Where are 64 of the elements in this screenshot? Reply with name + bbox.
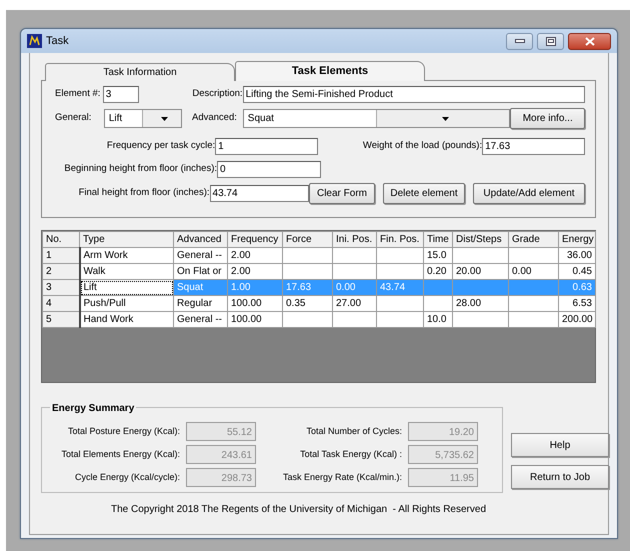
column-header: Time xyxy=(424,232,452,248)
column-header: Type xyxy=(80,232,174,248)
column-header: No. xyxy=(42,232,80,248)
input-field[interactable]: Lifting the Semi-Finished Product xyxy=(242,86,586,103)
readonly-field: 243.61 xyxy=(186,445,256,464)
caret-icon xyxy=(442,116,449,120)
field-label: Weight of the load (pounds): xyxy=(362,139,482,154)
field-label: Cycle Energy (Kcal/cycle): xyxy=(74,470,180,484)
field-label: Total Elements Energy (Kcal): xyxy=(60,448,180,461)
field-label: Total Task Energy (Kcal) : xyxy=(299,448,402,461)
dropdown[interactable]: Lift xyxy=(104,109,182,128)
field-label: Element #: xyxy=(55,87,102,102)
form-button[interactable]: Delete element xyxy=(383,183,465,204)
column-header: Grade xyxy=(508,232,558,248)
table-row[interactable]: 4 Push/Pull Regular 100.00 0.35 27.00 28.00 6.53 xyxy=(42,296,596,312)
side-button[interactable]: Return to Job xyxy=(511,465,609,489)
input-field[interactable]: 17.63 xyxy=(482,138,585,155)
copyright-text: The Copyright 2018 The Regents of the University of Michigan - All Rights Reserved xyxy=(110,503,487,517)
column-header: Force xyxy=(282,232,332,248)
input-field[interactable]: 43.74 xyxy=(210,185,309,202)
form-button[interactable]: Update/Add element xyxy=(473,183,585,204)
table-row[interactable]: 5 Hand Work General -- 100.00 10.0 200.00 xyxy=(42,312,596,328)
column-header: Fin. Pos. xyxy=(376,232,424,248)
minimize-button[interactable] xyxy=(506,32,533,50)
group-title: Energy Summary xyxy=(50,401,136,416)
field-label: Description: xyxy=(192,87,243,102)
maximize-icon xyxy=(546,36,556,46)
caret-icon xyxy=(160,116,168,120)
field-label: Advanced: xyxy=(192,111,238,126)
window-title: Task xyxy=(46,34,69,49)
field-label: General: xyxy=(55,111,92,126)
table-row[interactable]: 3 Lift Squat 1.00 17.63 0.00 43.74 0.63 xyxy=(42,280,596,296)
field-label: Final height from floor (inches): xyxy=(78,186,210,200)
field-label: Task Energy Rate (Kcal/min.): xyxy=(282,470,402,484)
readonly-field: 298.73 xyxy=(186,468,256,487)
field-label: Beginning height from floor (inches): xyxy=(63,162,217,176)
table-row[interactable]: 1 Arm Work General -- 2.00 15.0 36.00 xyxy=(42,248,596,264)
form-button[interactable]: Clear Form xyxy=(309,183,375,204)
readonly-field: 19.20 xyxy=(408,422,478,441)
app-icon xyxy=(27,34,42,48)
readonly-field: 11.95 xyxy=(408,468,478,487)
column-header: Ini. Pos. xyxy=(332,232,376,248)
dropdown[interactable]: Squat xyxy=(242,109,510,128)
close-button[interactable] xyxy=(568,32,611,50)
table-row[interactable]: 2 Walk On Flat or 2.00 0.20 20.00 0.00 0.45 xyxy=(42,264,596,280)
maximize-button[interactable] xyxy=(537,32,564,50)
column-header: Energy xyxy=(558,232,596,248)
column-header: Frequency xyxy=(228,232,282,248)
readonly-field: 55.12 xyxy=(186,422,256,441)
field-label: Total Posture Energy (Kcal): xyxy=(66,424,180,438)
column-header: Dist/Steps xyxy=(452,232,508,248)
input-field[interactable]: 3 xyxy=(102,86,140,103)
minimize-icon xyxy=(514,39,524,43)
tab[interactable]: Task Information xyxy=(45,63,235,81)
input-field[interactable]: 0 xyxy=(217,161,321,178)
close-icon xyxy=(584,36,594,46)
field-label: Total Number of Cycles: xyxy=(305,424,402,438)
input-field[interactable]: 1 xyxy=(215,138,318,155)
tab[interactable]: Task Elements xyxy=(235,61,425,81)
field-label: Frequency per task cycle: xyxy=(106,139,216,154)
more-info-button[interactable]: More info... xyxy=(510,108,585,129)
side-button[interactable]: Help xyxy=(511,433,609,457)
readonly-field: 5,735.62 xyxy=(408,445,478,464)
column-header: Advanced xyxy=(174,232,228,248)
